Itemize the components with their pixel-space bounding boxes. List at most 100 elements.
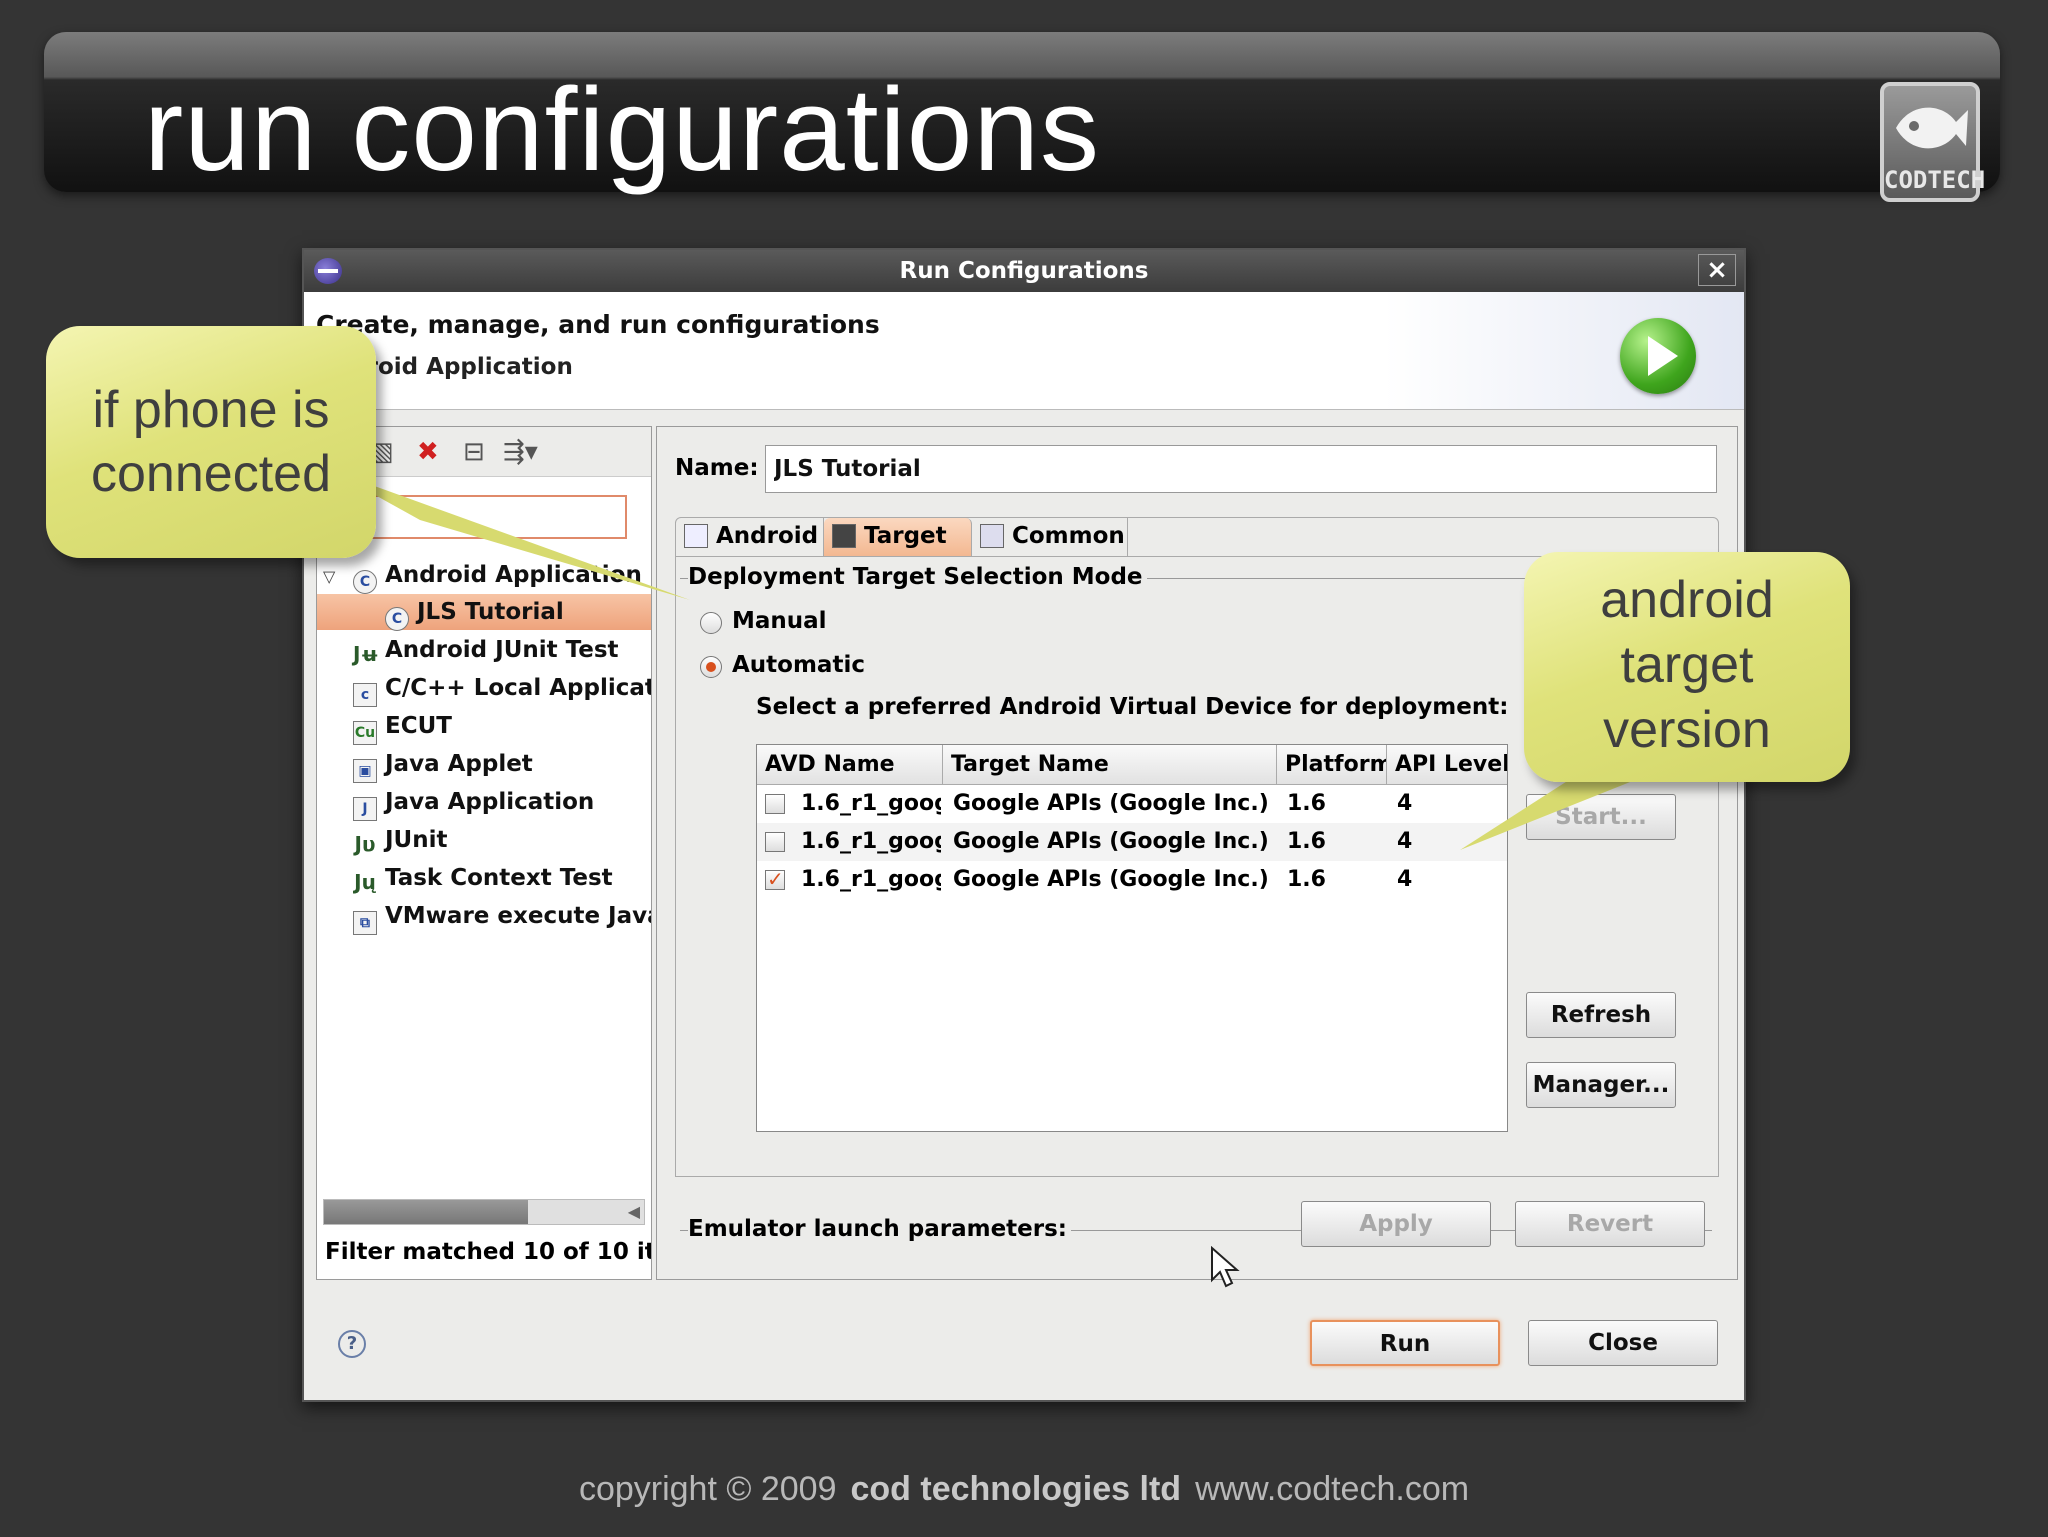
- task-test-icon: Jų: [354, 870, 376, 894]
- tree-item-cpp-local-application[interactable]: c C/C++ Local Application: [317, 670, 651, 707]
- cpp-icon: c: [353, 683, 377, 707]
- avd-row-checkbox[interactable]: [765, 832, 785, 852]
- tree-item-ecut[interactable]: Cu ECUT: [317, 708, 651, 745]
- run-large-icon: [1620, 318, 1696, 394]
- tree-item-label: Android JUnit Test: [385, 637, 619, 663]
- android-app-icon: C: [353, 570, 378, 594]
- avd-row-checkbox[interactable]: [765, 794, 785, 814]
- callout-line: version: [1603, 701, 1771, 759]
- tab-label: Target: [864, 523, 947, 549]
- footer-copyright: copyright © 2009: [578, 1470, 837, 1508]
- avd-name-cell: 1.6_r1_google: [801, 829, 941, 854]
- tree-item-java-application[interactable]: J Java Application: [317, 784, 651, 821]
- tree-item-label: Java Application: [385, 789, 595, 815]
- filter-input[interactable]: [365, 495, 627, 539]
- tree-item-task-context-test[interactable]: Jų Task Context Test: [317, 860, 651, 896]
- avd-name-cell: 1.6_r1_google: [801, 791, 941, 816]
- name-label: Name:: [675, 455, 759, 481]
- apply-button[interactable]: Apply: [1301, 1201, 1491, 1247]
- platform-cell: 1.6: [1287, 867, 1326, 892]
- tree-item-android-junit-test[interactable]: Jʉ Android JUnit Test: [317, 632, 651, 668]
- tree-item-java-applet[interactable]: ▣ Java Applet: [317, 746, 651, 783]
- column-avd-name[interactable]: AVD Name: [757, 745, 943, 785]
- eclipse-icon: [314, 258, 342, 284]
- window-close-button[interactable]: ×: [1698, 254, 1736, 286]
- callout-line: android: [1600, 571, 1774, 629]
- tab-target[interactable]: Target: [824, 518, 972, 556]
- tree-item-android-application[interactable]: ▽ C Android Application: [317, 557, 651, 595]
- codtech-logo: CODTECH: [1880, 82, 1986, 202]
- revert-button[interactable]: Revert: [1515, 1201, 1705, 1247]
- run-configurations-dialog: Run Configurations × Create, manage, and…: [302, 248, 1746, 1402]
- tab-android[interactable]: Android: [676, 518, 824, 556]
- name-label-text: Name:: [675, 455, 759, 481]
- configuration-tree-pane: ▤ ▧ ✖ ⊟ ⇶▾ ▽ CAndroid Application CJLS T…: [316, 426, 652, 1280]
- emulator-group-label: Emulator launch parameters:: [688, 1216, 1072, 1242]
- close-button[interactable]: Close: [1528, 1320, 1718, 1366]
- ecut-icon: Cu: [353, 721, 377, 745]
- logo-text: CODTECH: [1884, 166, 1986, 194]
- delete-icon[interactable]: ✖: [417, 439, 439, 465]
- column-api-level[interactable]: API Level: [1387, 745, 1507, 785]
- avd-row[interactable]: 1.6_r1_google Google APIs (Google Inc.) …: [757, 823, 1507, 861]
- deploy-group-label: Deployment Target Selection Mode: [688, 564, 1147, 590]
- tab-label: Common: [1012, 523, 1125, 549]
- target-name-cell: Google APIs (Google Inc.): [953, 829, 1269, 854]
- scroll-left-icon[interactable]: ◀: [628, 1200, 640, 1224]
- tree-item-junit[interactable]: Jυ JUnit: [317, 822, 651, 858]
- tab-common[interactable]: Common: [972, 518, 1128, 556]
- collapse-all-icon[interactable]: ⊟: [463, 439, 485, 465]
- tree-item-label: JUnit: [385, 827, 448, 853]
- junit-android-icon: Jʉ: [353, 642, 379, 666]
- tree-horizontal-scrollbar[interactable]: ◀: [323, 1199, 645, 1225]
- automatic-radio[interactable]: [700, 656, 722, 678]
- dialog-titlebar[interactable]: Run Configurations ×: [304, 250, 1744, 292]
- avd-table-header: AVD Name Target Name Platform API Level: [757, 745, 1507, 785]
- avd-table: AVD Name Target Name Platform API Level …: [756, 744, 1508, 1132]
- footer-company: cod technologies ltd: [850, 1470, 1182, 1508]
- slide-title: run configurations: [144, 64, 1101, 196]
- manual-radio[interactable]: [700, 612, 722, 634]
- tree-item-label: JLS Tutorial: [417, 599, 564, 625]
- vmware-icon: ⧉: [353, 911, 377, 935]
- android-target-callout: android target version: [1524, 552, 1850, 782]
- tree-item-label: Task Context Test: [385, 865, 613, 891]
- mouse-cursor-icon: [1211, 1246, 1240, 1288]
- avd-row[interactable]: 1.6_r1_google Google APIs (Google Inc.) …: [757, 861, 1507, 899]
- avd-name-cell: 1.6_r1_google: [801, 867, 941, 892]
- tab-label: Android: [716, 523, 819, 549]
- target-name-cell: Google APIs (Google Inc.): [953, 791, 1269, 816]
- avd-row[interactable]: 1.6_r1_google Google APIs (Google Inc.) …: [757, 785, 1507, 823]
- column-target-name[interactable]: Target Name: [943, 745, 1277, 785]
- tree-item-vmware-execute-java[interactable]: ⧉ VMware execute Java: [317, 898, 652, 935]
- refresh-button[interactable]: Refresh: [1526, 992, 1676, 1038]
- java-app-icon: J: [353, 797, 377, 821]
- avd-row-checkbox[interactable]: [765, 867, 785, 891]
- callout-line: target: [1620, 636, 1754, 694]
- tree-item-label: ECUT: [385, 713, 452, 739]
- tree-item-label: Java Applet: [385, 751, 533, 777]
- scrollbar-thumb[interactable]: [324, 1200, 528, 1224]
- target-tab-icon: [832, 524, 856, 548]
- run-button[interactable]: Run: [1310, 1320, 1500, 1366]
- callout-line: if phone is: [92, 381, 330, 439]
- help-icon[interactable]: ?: [338, 1330, 366, 1358]
- callout-line: connected: [91, 445, 331, 503]
- configuration-name-input[interactable]: [765, 445, 1717, 493]
- tree-item-label: Android Application: [385, 562, 642, 588]
- slide-footer: copyright © 2009 cod technologies ltd www.…: [0, 1470, 2048, 1509]
- api-level-cell: 4: [1397, 867, 1413, 892]
- api-level-cell: 4: [1397, 829, 1413, 854]
- slide-title-bar: run configurations CODTECH: [44, 32, 2000, 202]
- dialog-banner: Create, manage, and run configurations A…: [304, 292, 1744, 410]
- expand-arrow-icon[interactable]: ▽: [323, 559, 345, 595]
- android-app-icon: C: [385, 607, 409, 631]
- dialog-title: Run Configurations: [899, 258, 1149, 284]
- target-name-cell: Google APIs (Google Inc.): [953, 867, 1269, 892]
- manager-button[interactable]: Manager...: [1526, 1062, 1676, 1108]
- tree-item-jls-tutorial[interactable]: C JLS Tutorial: [317, 594, 651, 631]
- tree-item-label: VMware execute Java: [385, 903, 652, 929]
- column-platform[interactable]: Platform: [1277, 745, 1387, 785]
- start-button[interactable]: Start...: [1526, 794, 1676, 840]
- filter-icon[interactable]: ⇶▾: [503, 439, 538, 465]
